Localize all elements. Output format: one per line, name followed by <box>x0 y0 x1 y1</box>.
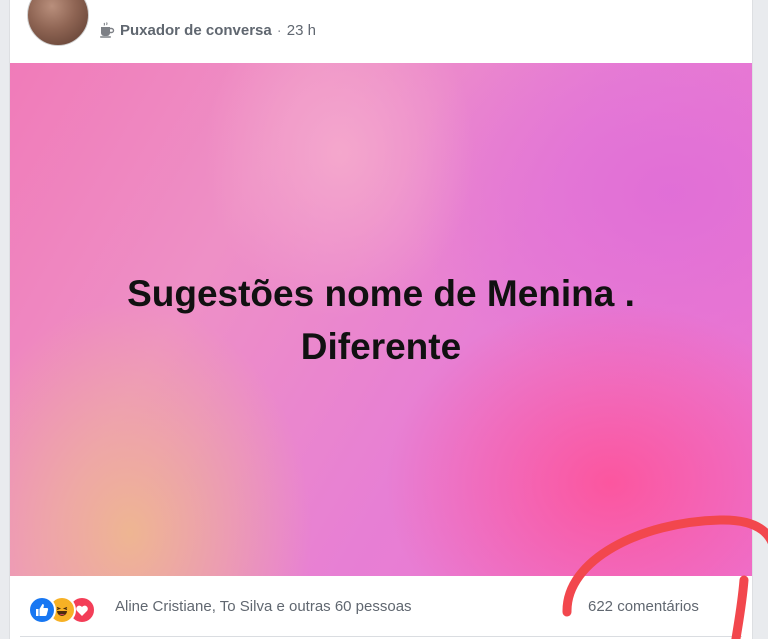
post-timestamp[interactable]: 23 h <box>287 22 316 39</box>
thumbs-up-icon <box>28 596 56 624</box>
reactions-bar: Aline Cristiane, To Silva e outras 60 pe… <box>10 576 752 639</box>
post-meta: Puxador de conversa · 23 h <box>98 20 316 40</box>
avatar[interactable] <box>27 0 89 46</box>
divider <box>20 636 742 637</box>
post-header: Puxador de conversa · 23 h <box>10 0 752 63</box>
comments-count-link[interactable]: 622 comentários <box>588 598 699 615</box>
post-card: Puxador de conversa · 23 h Sugestões nom… <box>9 0 753 639</box>
meta-separator: · <box>276 21 282 39</box>
post-text-line-1: Sugestões nome de Menina . <box>127 273 635 314</box>
post-text-line-2: Diferente <box>300 326 462 367</box>
coffee-cup-icon <box>100 22 115 38</box>
post-content-text: Sugestões nome de Menina . Diferente <box>10 267 752 373</box>
reaction-icons[interactable] <box>28 596 112 624</box>
reactors-text[interactable]: Aline Cristiane, To Silva e outras 60 pe… <box>115 598 412 615</box>
post-background-text-block: Sugestões nome de Menina . Diferente <box>10 63 752 576</box>
group-name-link[interactable]: Puxador de conversa <box>120 22 272 39</box>
